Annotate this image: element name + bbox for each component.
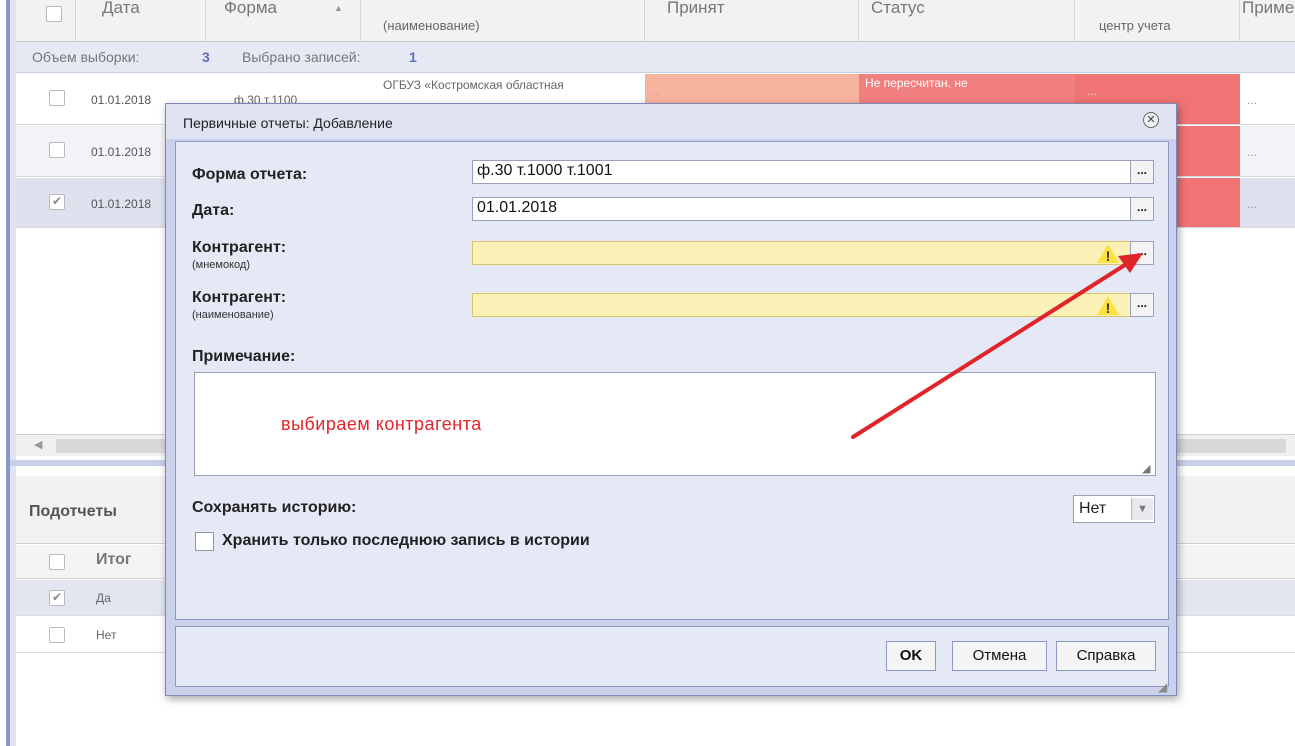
grid-header-date[interactable]: Дата [76,0,206,42]
row-org-name: ОГБУЗ «Костромская областная [383,78,564,92]
form-field[interactable]: ф.30 т.1000 т.1001 [472,160,1132,184]
selection-summary-bar: Объем выборки: 3 Выбрано записей: 1 [16,42,1295,73]
grid-header-date-label: Дата [102,0,140,17]
warning-icon: ! [1096,242,1120,264]
annotation-text: выбираем контрагента [281,414,482,434]
add-report-dialog: Первичные отчеты: Добавление ✕ Форма отч… [165,103,1177,696]
contractor-code-browse-button[interactable]: ... [1130,241,1154,265]
subreports-title: Подотчеты [29,503,117,520]
textarea-resize-icon[interactable]: ◢ [1142,462,1150,475]
dialog-form: Форма отчета: ф.30 т.1000 т.1001 ... Дат… [175,141,1169,620]
grid-header-note-label: Приме [1242,0,1295,17]
row-date: 01.01.2018 [91,197,152,211]
grid-header-status[interactable]: Статус [859,0,1075,42]
row-note: ... [1247,145,1258,159]
row-date: 01.01.2018 [91,93,152,107]
row-checkbox[interactable] [49,90,65,106]
grid-header: Дата Форма ▲ (наименование) Принят Стату… [16,0,1295,42]
help-button[interactable]: Справка [1056,641,1156,671]
ok-button[interactable]: OK [886,641,936,671]
form-browse-button[interactable]: ... [1130,160,1154,184]
subreport-row-value: Да [96,591,111,605]
contractor-name-browse-button[interactable]: ... [1130,293,1154,317]
subreport-row-value: Нет [96,628,117,642]
row-date: 01.01.2018 [91,145,152,159]
selected-records-count: 1 [409,49,417,65]
contractor-name-label: Контрагент: [192,289,287,306]
form-label: Форма отчета: [192,166,308,183]
grid-header-select [16,0,76,42]
note-label: Примечание: [192,348,296,365]
grid-header-accepted-label: Принят [667,0,725,17]
sample-size-label: Объем выборки: [32,49,140,65]
last-only-checkbox[interactable] [195,532,214,551]
sample-size-count: 3 [202,49,210,65]
history-label: Сохранять историю: [192,499,357,516]
contractor-name-sublabel: (наименование) [192,309,274,321]
grid-header-note[interactable]: Приме [1240,0,1295,42]
scroll-left-icon[interactable]: ◀ [34,438,42,451]
grid-header-name[interactable]: (наименование) [361,0,645,42]
dialog-title: Первичные отчеты: Добавление [183,115,393,131]
close-icon[interactable]: ✕ [1143,112,1159,128]
contractor-name-field[interactable] [472,293,1132,317]
chevron-down-icon[interactable]: ▼ [1131,498,1153,520]
contractor-code-label: Контрагент: [192,239,287,256]
warning-icon: ! [1096,294,1120,316]
grid-header-center[interactable]: центр учета [1075,0,1240,42]
subreports-column-total[interactable]: Итог [96,551,132,569]
row-note: ... [1247,93,1258,107]
date-label: Дата: [192,202,235,219]
row-checkbox[interactable] [49,194,65,210]
cancel-button[interactable]: Отмена [952,641,1047,671]
sort-asc-icon: ▲ [334,3,343,13]
grid-header-center-label: центр учета [1099,18,1171,33]
date-field[interactable]: 01.01.2018 [472,197,1132,221]
history-select[interactable]: Нет ▼ [1073,495,1155,523]
contractor-code-field[interactable] [472,241,1132,265]
contractor-code-sublabel: (мнемокод) [192,259,250,271]
grid-header-status-label: Статус [871,0,925,17]
history-select-value: Нет [1079,500,1107,517]
selected-records-label: Выбрано записей: [242,49,361,65]
subreport-row-checkbox[interactable] [49,590,65,606]
date-browse-button[interactable]: ... [1130,197,1154,221]
grid-header-form[interactable]: Форма ▲ [206,0,361,42]
resize-grip-icon[interactable]: ◢ [1158,680,1167,694]
grid-header-accepted[interactable]: Принят [645,0,859,42]
grid-header-form-label: Форма [224,0,277,17]
last-only-label[interactable]: Хранить только последнюю запись в истори… [222,532,590,550]
row-note: ... [1247,197,1258,211]
grid-header-name-label: (наименование) [383,18,480,33]
subreport-row-checkbox[interactable] [49,627,65,643]
dialog-titlebar[interactable]: Первичные отчеты: Добавление ✕ [166,104,1176,139]
subreports-select-all-checkbox[interactable] [49,554,65,570]
row-checkbox[interactable] [49,142,65,158]
row-status-text: Не пересчитан, не [865,76,968,90]
